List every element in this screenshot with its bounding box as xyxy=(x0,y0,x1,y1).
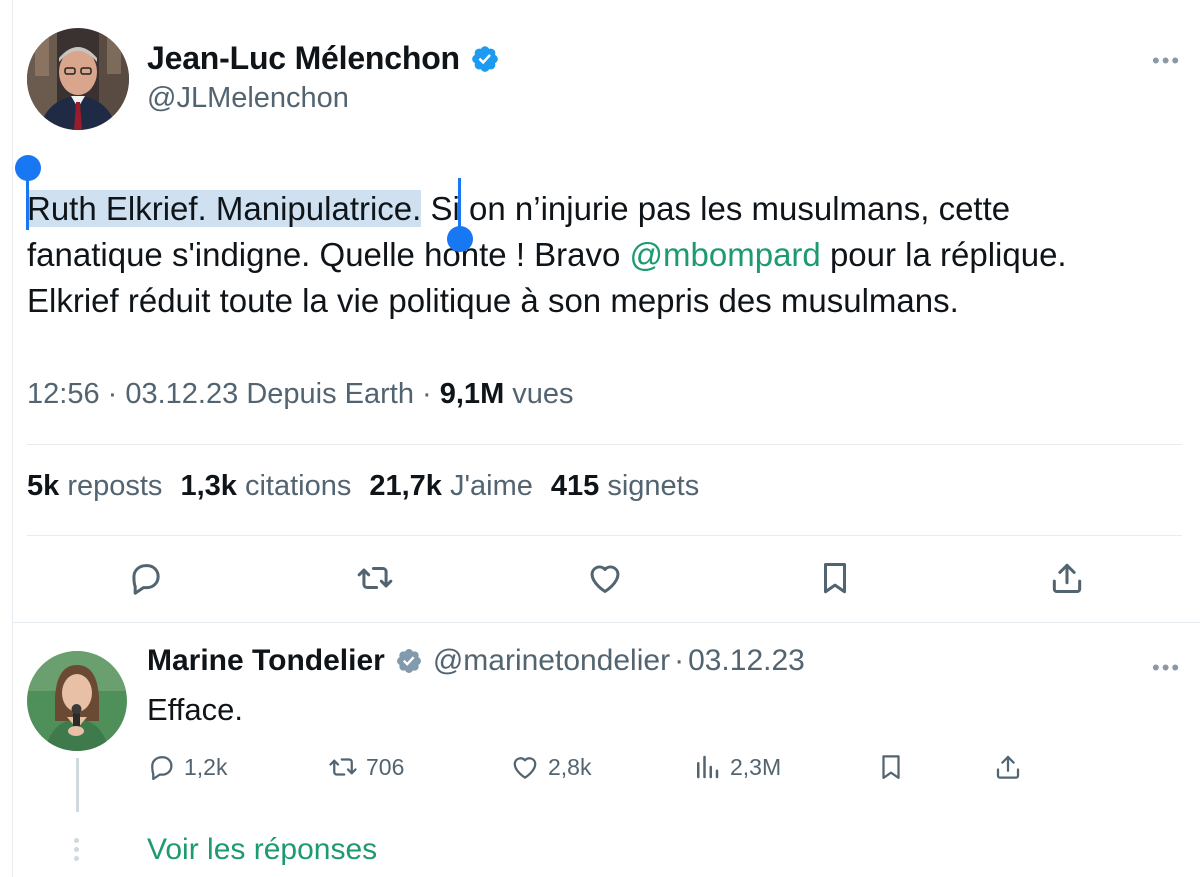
reply-likes-count: 2,8k xyxy=(548,753,592,780)
tweet-text: Ruth Elkrief. Manipulatrice. Si on n’inj… xyxy=(27,186,1177,324)
stat-likes-count: 21,7k xyxy=(369,470,442,502)
stat-bookmarks-label: signets xyxy=(607,470,700,502)
reply-author-handle[interactable]: @marinetondelier xyxy=(433,644,670,678)
tweet-date[interactable]: 03.12.23 xyxy=(125,378,238,410)
share-icon xyxy=(996,755,1020,779)
thread-line xyxy=(76,758,79,812)
author-handle[interactable]: @JLMelenchon xyxy=(147,82,349,115)
reply-more-options-icon[interactable]: ••• xyxy=(1152,655,1181,681)
selection-start-cursor xyxy=(26,178,29,230)
reply-likes-action[interactable]: 2,8k xyxy=(510,750,591,784)
stat-bookmarks-count: 415 xyxy=(550,470,600,502)
repost-icon[interactable] xyxy=(356,559,394,597)
verified-badge-icon xyxy=(470,44,500,74)
reply-share-action[interactable] xyxy=(993,750,1031,784)
tweet-text-line-1: Ruth Elkrief. Manipulatrice. Si on n’inj… xyxy=(27,186,1177,232)
tweet-stats: 5k reposts 1,3k citations 21,7k J'aime 4… xyxy=(27,470,717,503)
stat-bookmarks[interactable]: 415 signets xyxy=(551,470,699,503)
divider xyxy=(27,535,1182,536)
reply-reposts-count: 706 xyxy=(366,753,405,780)
author-name[interactable]: Jean-Luc Mélenchon xyxy=(147,40,460,77)
stat-likes[interactable]: 21,7k J'aime xyxy=(369,470,533,503)
tweet-source: Depuis Earth xyxy=(246,378,414,410)
tweet-text-line-2: fanatique s'indigne. Quelle honte ! Brav… xyxy=(27,232,1177,278)
reply-replies-action[interactable]: 1,2k xyxy=(146,750,227,784)
reply-author-avatar[interactable] xyxy=(27,651,127,751)
separator-dot: · xyxy=(674,644,685,677)
mention-link[interactable]: @mbompard xyxy=(630,236,821,273)
repost-icon xyxy=(329,758,357,776)
more-options-icon[interactable]: ••• xyxy=(1152,48,1181,74)
reply-views-count: 2,3M xyxy=(730,753,782,780)
tweet-text-line-3: Elkrief réduit toute la vie politique à … xyxy=(27,282,959,319)
reply-views-action[interactable]: 2,3M xyxy=(692,750,781,784)
tweet-text-line-2-end: pour la réplique. xyxy=(820,236,1067,273)
stat-citations-label: citations xyxy=(244,470,352,502)
views-label: vues xyxy=(512,378,574,410)
left-border xyxy=(12,0,13,877)
thread-dots xyxy=(74,838,80,865)
stat-citations[interactable]: 1,3k citations xyxy=(180,470,351,503)
divider xyxy=(12,622,1200,623)
reply-bookmark-action[interactable] xyxy=(876,750,914,784)
tweet-text-line-1-rest: Si on n’injurie pas les musulmans, cette xyxy=(421,190,1011,227)
selection-end-handle[interactable] xyxy=(447,226,473,252)
stat-reposts[interactable]: 5k reposts xyxy=(27,470,162,503)
reply-reposts-action[interactable]: 706 xyxy=(328,750,404,784)
reply-author-name[interactable]: Marine Tondelier xyxy=(147,644,385,678)
views-count: 9,1M xyxy=(439,378,505,410)
like-icon xyxy=(513,757,537,779)
reply-date[interactable]: 03.12.23 xyxy=(688,644,805,678)
bookmark-icon[interactable] xyxy=(816,559,854,597)
tweet-time[interactable]: 12:56 xyxy=(27,378,100,410)
reply-icon[interactable] xyxy=(126,559,164,597)
reply-replies-count: 1,2k xyxy=(184,753,228,780)
selected-text: Ruth Elkrief. Manipulatrice. xyxy=(27,190,422,227)
views-icon xyxy=(697,755,719,779)
bookmark-icon xyxy=(882,755,900,779)
stat-reposts-count: 5k xyxy=(27,470,60,502)
tweet-meta: 12:56 · 03.12.23 Depuis Earth · 9,1M vue… xyxy=(27,378,574,410)
stat-reposts-label: reposts xyxy=(67,470,163,502)
stat-likes-label: J'aime xyxy=(449,470,533,502)
reply-text: Efface. xyxy=(147,692,243,727)
share-icon[interactable] xyxy=(1048,559,1086,597)
divider xyxy=(27,444,1182,445)
stat-citations-count: 1,3k xyxy=(180,470,237,502)
reply-header: Marine Tondelier @marinetondelier · 03.1… xyxy=(147,644,805,678)
tweet-text-line-2-start: fanatique s'indigne. Quelle honte ! Brav… xyxy=(27,236,630,273)
author-avatar[interactable] xyxy=(27,28,129,130)
like-icon[interactable] xyxy=(586,559,624,597)
reply-icon xyxy=(151,756,173,781)
selection-start-handle[interactable] xyxy=(15,155,41,181)
verified-gray-badge-icon xyxy=(395,647,423,675)
selection-end-cursor xyxy=(458,178,461,230)
show-replies-link[interactable]: Voir les réponses xyxy=(147,833,377,867)
author-name-row: Jean-Luc Mélenchon xyxy=(147,40,500,77)
